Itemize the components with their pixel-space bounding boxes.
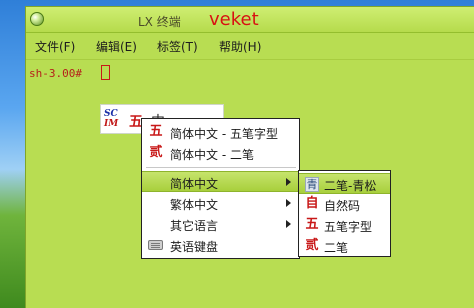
- scim-logo-top: SC: [104, 109, 118, 119]
- menu-help[interactable]: 帮助(H): [219, 38, 261, 55]
- menu-item-traditional-chinese[interactable]: 繁体中文: [142, 193, 299, 214]
- submenu-item-erbi-qingsong[interactable]: 青 二笔-青松: [299, 173, 390, 194]
- submenu-item-erbi[interactable]: 贰 二笔: [299, 236, 390, 257]
- simplified-chinese-submenu: 青 二笔-青松 自 自然码 五 五笔字型 贰 二笔: [298, 170, 391, 257]
- text-cursor: [101, 65, 110, 80]
- submenu-arrow-icon: [286, 199, 291, 207]
- menu-item-label: 繁体中文: [170, 198, 219, 212]
- menu-item-label: 自然码: [324, 199, 361, 213]
- menu-item-label: 简体中文 - 五笔字型: [170, 127, 278, 141]
- menu-item-label: 英语键盘: [170, 240, 219, 254]
- ziranma-icon: 自: [305, 196, 319, 211]
- menu-item-label: 五笔字型: [324, 220, 373, 234]
- menu-item-erbi[interactable]: 贰 简体中文 - 二笔: [142, 143, 299, 164]
- submenu-arrow-icon: [286, 220, 291, 228]
- menu-file[interactable]: 文件(F): [35, 38, 75, 55]
- scim-logo-icon[interactable]: SC IM: [104, 109, 124, 131]
- menu-item-label: 二笔-青松: [324, 179, 377, 193]
- menu-item-wubi[interactable]: 五 简体中文 - 五笔字型: [142, 122, 299, 143]
- menu-bar: 文件(F) 编辑(E) 标签(T) 帮助(H): [26, 34, 474, 56]
- menu-tabs[interactable]: 标签(T): [157, 38, 198, 55]
- window-title: LX 终端: [138, 15, 181, 29]
- keyboard-icon: [148, 240, 163, 250]
- submenu-item-ziranma[interactable]: 自 自然码: [299, 194, 390, 215]
- wubi-icon: 五: [149, 124, 163, 139]
- menu-item-label: 二笔: [324, 241, 349, 255]
- wubi-icon: 五: [305, 217, 319, 232]
- title-bar[interactable]: LX 终端 veket: [26, 7, 474, 33]
- menu-item-simplified-chinese[interactable]: 简体中文: [142, 171, 299, 192]
- menu-item-label: 简体中文 - 二笔: [170, 148, 254, 162]
- submenu-arrow-icon: [286, 178, 291, 186]
- window-menu-icon[interactable]: [30, 12, 44, 26]
- menu-separator: [146, 167, 296, 168]
- menu-item-other-languages[interactable]: 其它语言: [142, 214, 299, 235]
- menu-item-label: 其它语言: [170, 219, 219, 233]
- menu-edit[interactable]: 编辑(E): [96, 38, 137, 55]
- brand-label: veket: [209, 9, 259, 30]
- qingsong-icon: 青: [305, 177, 319, 192]
- menu-item-label: 简体中文: [170, 177, 219, 191]
- ime-main-menu: 五 简体中文 - 五笔字型 贰 简体中文 - 二笔 简体中文 繁体中文 其它语言…: [141, 118, 300, 259]
- erbi-icon: 贰: [149, 145, 163, 160]
- menu-item-english-keyboard[interactable]: 英语键盘: [142, 235, 299, 256]
- scim-logo-bottom: IM: [104, 119, 119, 129]
- shell-prompt: sh-3.00#: [29, 67, 82, 80]
- erbi-icon: 贰: [305, 238, 319, 253]
- submenu-item-wubi[interactable]: 五 五笔字型: [299, 215, 390, 236]
